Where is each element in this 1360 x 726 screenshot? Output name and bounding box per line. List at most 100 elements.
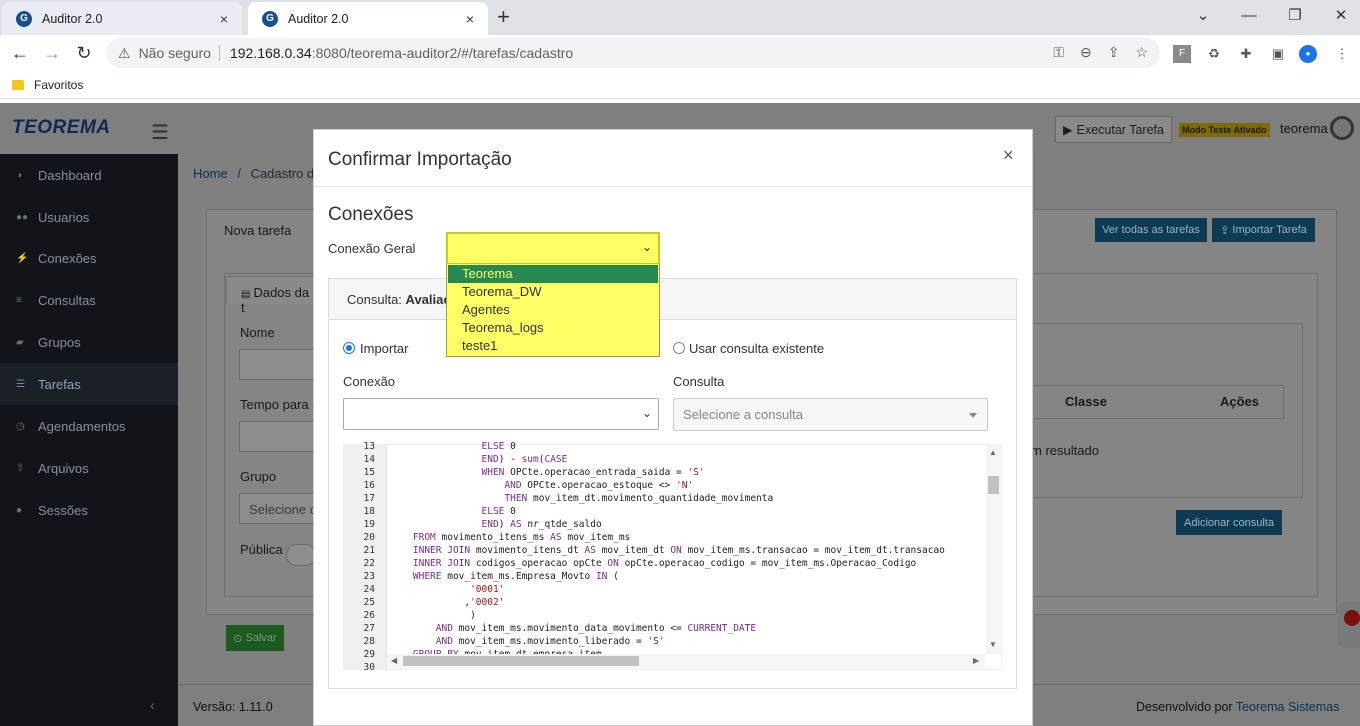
sidebar-item-tarefas[interactable]: ☰ Tarefas: [0, 363, 178, 405]
line-number: 26: [363, 610, 375, 621]
code-line: WHEN OPCte.operacao_entrada_saida = 'S': [481, 467, 705, 478]
browser-tab[interactable]: G Auditor 2.0 ×: [2, 2, 242, 35]
name-label: Nome: [240, 325, 275, 340]
scroll-up-icon[interactable]: ▲: [989, 448, 997, 457]
sidebar-item-sessoes[interactable]: ● Sessões: [0, 489, 178, 531]
sidebar: ◑ Dashboard ●● Usuarios ⚡ Conexões ≡ Consult…: [0, 154, 178, 726]
star-icon[interactable]: ☆: [1135, 44, 1148, 61]
tab-search-icon[interactable]: ⌄: [1180, 4, 1226, 28]
query-card-title: Consulta: Avaliaçã: [347, 292, 458, 307]
bookmark-favoritos[interactable]: Favoritos: [34, 78, 83, 92]
connection-option[interactable]: Teorema_DW: [448, 283, 658, 301]
sidebar-item-label: Conexões: [38, 250, 97, 266]
sidebar-item-conexoes[interactable]: ⚡ Conexões: [0, 237, 178, 279]
folder-icon: ▰: [16, 336, 24, 348]
menu-icon[interactable]: ⋮: [1333, 45, 1351, 63]
extension-f-icon[interactable]: F: [1173, 45, 1191, 63]
sidebar-item-grupos[interactable]: ▰ Grupos: [0, 321, 178, 363]
connection-select[interactable]: ⌄: [343, 398, 659, 430]
execute-task-button[interactable]: ▶ Executar Tarefa: [1055, 116, 1172, 143]
modal-close-icon[interactable]: ×: [1003, 145, 1014, 166]
new-tab-button[interactable]: +: [497, 6, 510, 28]
code-line: ,'0002': [390, 597, 505, 608]
address-bar[interactable]: ⚠ Não seguro 192.168.0.34:8080/teorema-a…: [106, 38, 1160, 68]
tab-close-icon[interactable]: ×: [216, 11, 232, 27]
sidebar-item-usuarios[interactable]: ●● Usuarios: [0, 196, 178, 238]
url-path: :8080/teorema-auditor2/#/tarefas/cadastr…: [311, 45, 574, 61]
reload-button[interactable]: ↻: [72, 41, 96, 65]
line-number: 20: [363, 532, 375, 543]
vertical-scroll-thumb[interactable]: [988, 476, 999, 494]
modal-title: Confirmar Importação: [328, 149, 512, 170]
add-query-button[interactable]: Adicionar consulta: [1176, 510, 1282, 535]
sidebar-item-arquivos[interactable]: ⇧ Arquivos: [0, 447, 178, 489]
line-number: 25: [363, 597, 375, 608]
view-all-tasks-button[interactable]: Ver todas as tarefas: [1095, 218, 1207, 242]
upload-icon: ⇧: [16, 462, 25, 474]
sidebar-item-consultas[interactable]: ≡ Consultas: [0, 279, 178, 321]
check-icon: ⊙: [233, 632, 243, 645]
restore-button[interactable]: ❐: [1272, 4, 1318, 28]
sidebar-item-label: Dashboard: [38, 167, 102, 183]
import-icon: ⇪: [1220, 224, 1230, 237]
import-radio-label[interactable]: Importar: [360, 341, 408, 356]
sidebar-item-label: Consultas: [38, 292, 96, 308]
general-connection-select[interactable]: ⌄: [446, 232, 660, 265]
record-widget-icon[interactable]: [1338, 602, 1360, 648]
time-field[interactable]: [239, 421, 319, 452]
forward-button[interactable]: →: [40, 41, 64, 65]
code-line: ): [390, 610, 476, 621]
folder-icon: [12, 79, 24, 90]
window-close-button[interactable]: ✕: [1318, 4, 1360, 28]
sidebar-item-dashboard[interactable]: ◑ Dashboard: [0, 154, 178, 196]
use-existing-radio[interactable]: [673, 342, 685, 354]
divider: [218, 45, 220, 61]
profile-avatar[interactable]: ●: [1299, 45, 1317, 63]
connection-option[interactable]: Agentes: [448, 301, 658, 319]
query-select[interactable]: Selecione a consulta: [673, 398, 988, 431]
line-number: 18: [363, 506, 375, 517]
zoom-icon[interactable]: ⊖: [1080, 44, 1092, 61]
scroll-down-icon[interactable]: ▼: [989, 640, 997, 649]
auditor-favicon-icon: G: [262, 10, 278, 27]
minimize-button[interactable]: —: [1226, 4, 1272, 28]
key-icon[interactable]: ⚿: [1053, 44, 1064, 61]
import-task-button[interactable]: ⇪ Importar Tarefa: [1212, 218, 1315, 242]
connection-option[interactable]: Teorema: [448, 265, 658, 283]
use-existing-radio-label[interactable]: Usar consulta existente: [689, 341, 824, 356]
name-field[interactable]: [239, 349, 319, 380]
browser-toolbar: ← → ↻ ⚠ Não seguro 192.168.0.34:8080/teo…: [0, 35, 1360, 71]
puzzle-icon[interactable]: ✚: [1237, 45, 1255, 63]
line-number: 29: [363, 649, 375, 660]
horizontal-scroll-thumb[interactable]: [403, 656, 639, 666]
breadcrumb-current: Cadastro de: [250, 166, 322, 181]
sidebar-item-agendamentos[interactable]: ◷ Agendamentos: [0, 405, 178, 447]
group-select[interactable]: Selecione o: [239, 493, 319, 524]
collapse-sidebar-icon[interactable]: ‹: [150, 697, 155, 713]
url-text: 192.168.0.34:8080/teorema-auditor2/#/tar…: [230, 45, 573, 61]
sidebar-item-label: Usuarios: [38, 209, 90, 225]
company-link[interactable]: Teorema Sistemas: [1236, 700, 1340, 714]
user-name[interactable]: teorema: [1280, 121, 1328, 136]
connection-option[interactable]: teste1: [448, 337, 658, 355]
connection-option[interactable]: Teorema_logs: [448, 319, 658, 337]
browser-tab-active[interactable]: G Auditor 2.0 ×: [248, 2, 488, 35]
tab-close-icon[interactable]: ×: [462, 11, 478, 27]
sidepanel-icon[interactable]: ▣: [1269, 45, 1287, 63]
scroll-left-icon[interactable]: ◀: [391, 656, 397, 665]
breadcrumb-home[interactable]: Home: [193, 166, 228, 181]
tab-dados[interactable]: ▤ Dados da t: [226, 276, 314, 315]
public-toggle[interactable]: [286, 544, 316, 566]
back-button[interactable]: ←: [8, 41, 32, 65]
auditor-favicon-icon: G: [16, 10, 32, 27]
share-icon[interactable]: ⇪: [1108, 44, 1120, 61]
code-line: AND OPCte.operacao_estoque <> 'N': [504, 480, 694, 491]
save-label: Salvar: [245, 632, 277, 644]
user-avatar-icon[interactable]: [1330, 116, 1354, 140]
test-mode-badge: Modo Teste Ativado: [1179, 123, 1270, 137]
hamburger-menu-icon[interactable]: ☰: [151, 120, 169, 145]
save-button[interactable]: ⊙ Salvar: [226, 625, 284, 651]
scroll-right-icon[interactable]: ▶: [973, 656, 979, 665]
import-radio[interactable]: [343, 342, 355, 354]
recycle-icon[interactable]: ♻: [1205, 45, 1223, 63]
